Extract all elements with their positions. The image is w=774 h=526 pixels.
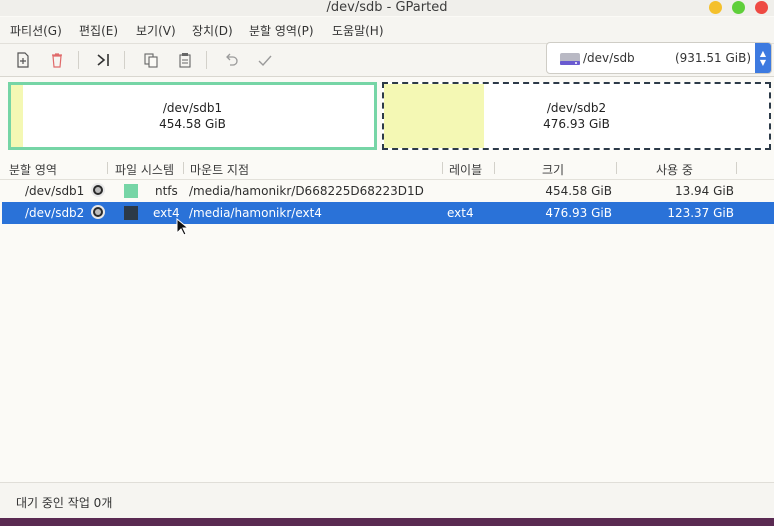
resize-move-button[interactable] (92, 49, 114, 71)
title-bar: /dev/sdb - GParted (0, 0, 774, 16)
mounted-lock-icon (91, 183, 105, 197)
device-selector[interactable]: /dev/sdb (931.51 GiB) ▲ ▼ (546, 42, 772, 74)
used-space-bar (11, 85, 23, 147)
status-bar: 대기 중인 작업 0개 (0, 482, 774, 518)
partition-map: /dev/sdb1 454.58 GiB /dev/sdb2 476.93 Gi… (0, 77, 774, 156)
disk-drive-icon (560, 53, 580, 65)
menu-gparted[interactable]: 파티션(G) (10, 22, 62, 39)
row-mountpoint: /media/hamonikr/D668225D68223D1D (189, 184, 424, 198)
paste-button[interactable] (174, 49, 196, 71)
paste-icon (179, 53, 191, 68)
device-spinner[interactable]: ▲ ▼ (755, 43, 771, 73)
column-size[interactable]: 크기 (542, 161, 564, 178)
delete-partition-button[interactable] (46, 49, 68, 71)
column-partition[interactable]: 분할 영역 (9, 161, 57, 178)
row-partition: /dev/sdb1 (25, 184, 85, 198)
row-used: 123.37 GiB (667, 206, 734, 220)
copy-button[interactable] (140, 49, 162, 71)
table-row-selected[interactable]: /dev/sdb2 ext4 /media/hamonikr/ext4 ext4… (2, 202, 774, 224)
table-header: 분할 영역 파일 시스템 마운트 지점 레이블 크기 사용 중 (0, 157, 774, 180)
fs-color-swatch (124, 206, 138, 220)
partition-block-size: 454.58 GiB (159, 117, 226, 131)
menu-view[interactable]: 보기(V) (136, 22, 176, 39)
column-mountpoint[interactable]: 마운트 지점 (190, 161, 249, 178)
chevron-up-icon: ▲ (759, 49, 767, 58)
row-used: 13.94 GiB (674, 184, 734, 198)
minimize-button[interactable] (709, 1, 722, 14)
row-mountpoint: /media/hamonikr/ext4 (189, 206, 322, 220)
gparted-window: /dev/sdb - GParted 파티션(G) 편집(E) 보기(V) 장치… (0, 0, 774, 518)
mounted-lock-icon (91, 205, 105, 219)
new-partition-button[interactable] (12, 49, 34, 71)
device-name: /dev/sdb (583, 51, 635, 65)
row-label: ext4 (447, 206, 474, 220)
window-title: /dev/sdb - GParted (326, 0, 448, 15)
partition-block-sdb2[interactable]: /dev/sdb2 476.93 GiB (382, 82, 771, 150)
undo-icon (226, 53, 238, 66)
partition-block-sdb1[interactable]: /dev/sdb1 454.58 GiB (8, 82, 377, 150)
menu-edit[interactable]: 편집(E) (79, 22, 118, 39)
new-icon (17, 52, 29, 68)
delete-icon (52, 53, 62, 68)
row-size: 454.58 GiB (545, 184, 612, 198)
row-partition: /dev/sdb2 (25, 206, 85, 220)
apply-icon (258, 55, 272, 67)
column-label[interactable]: 레이블 (449, 161, 482, 178)
partition-block-name: /dev/sdb2 (546, 101, 607, 115)
column-filesystem[interactable]: 파일 시스템 (115, 161, 174, 178)
maximize-button[interactable] (732, 1, 745, 14)
menu-partition[interactable]: 분할 영역(P) (249, 22, 314, 39)
resize-icon (97, 54, 109, 66)
chevron-down-icon: ▼ (759, 58, 767, 67)
menu-device[interactable]: 장치(D) (192, 22, 233, 39)
pending-operations-status: 대기 중인 작업 0개 (16, 496, 113, 510)
undo-button[interactable] (220, 49, 242, 71)
partition-block-name: /dev/sdb1 (162, 101, 223, 115)
row-size: 476.93 GiB (545, 206, 612, 220)
fs-color-swatch (124, 184, 138, 198)
device-size: (931.51 GiB) (674, 51, 751, 65)
used-space-bar (384, 84, 484, 148)
partition-block-size: 476.93 GiB (543, 117, 610, 131)
copy-icon (144, 53, 158, 68)
table-row[interactable]: /dev/sdb1 ntfs /media/hamonikr/D668225D6… (2, 180, 774, 202)
column-used[interactable]: 사용 중 (656, 161, 693, 178)
mouse-pointer-icon (176, 218, 188, 236)
apply-button[interactable] (254, 49, 276, 71)
menu-help[interactable]: 도움말(H) (332, 22, 384, 39)
menu-bar: 파티션(G) 편집(E) 보기(V) 장치(D) 분할 영역(P) 도움말(H) (0, 17, 774, 44)
row-filesystem: ntfs (155, 184, 178, 198)
close-button[interactable] (755, 1, 768, 14)
